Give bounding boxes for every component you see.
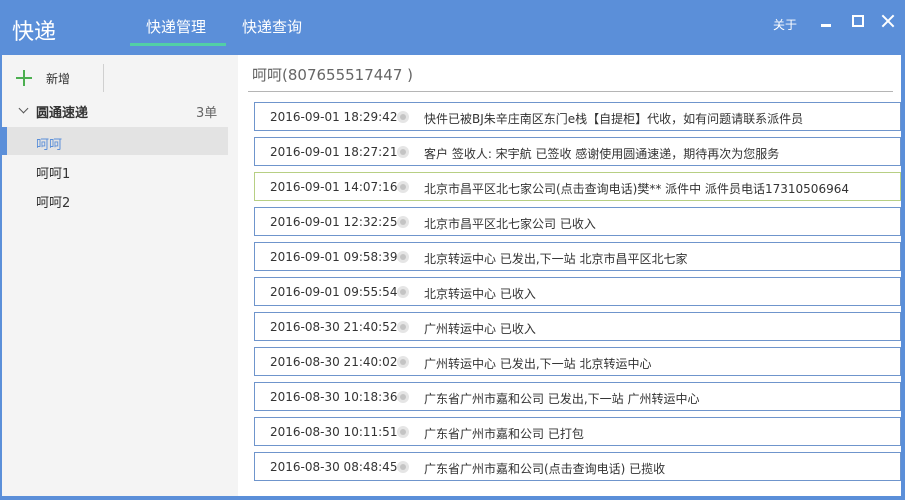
- tracking-record[interactable]: 2016-08-30 10:18:36 广东省广州市嘉和公司 已发出,下一站 广…: [254, 382, 901, 411]
- timeline-dot-icon: [397, 321, 409, 333]
- sidebar-item-label: 呵呵2: [36, 196, 71, 211]
- timeline-dot-icon: [397, 391, 409, 403]
- record-text: 北京市昌平区北七家公司 已收入: [424, 217, 596, 231]
- record-time: 2016-08-30 10:11:51: [270, 425, 398, 439]
- record-time: 2016-09-01 09:55:54: [270, 285, 398, 299]
- timeline-dot-icon: [397, 286, 409, 298]
- record-time: 2016-09-01 18:27:21: [270, 145, 398, 159]
- sidebar-item-hehe[interactable]: 呵呵: [2, 127, 228, 155]
- record-text: 北京转运中心 已收入: [424, 287, 536, 301]
- record-text: 北京转运中心 已发出,下一站 北京市昌平区北七家: [424, 252, 688, 266]
- minimize-icon[interactable]: [817, 12, 835, 30]
- tracking-record[interactable]: 2016-09-01 09:58:39 北京转运中心 已发出,下一站 北京市昌平…: [254, 242, 901, 271]
- sidebar-item-hehe2[interactable]: 呵呵2: [2, 185, 228, 213]
- record-text: 广东省广州市嘉和公司 已发出,下一站 广州转运中心: [424, 392, 700, 406]
- tracking-record[interactable]: 2016-09-01 09:55:54 北京转运中心 已收入: [254, 277, 901, 306]
- record-time: 2016-09-01 12:32:25: [270, 215, 398, 229]
- timeline-dot-icon: [397, 216, 409, 228]
- timeline-dot-icon: [397, 111, 409, 123]
- courier-group-header[interactable]: 圆通速递 3单: [2, 97, 228, 123]
- maximize-icon[interactable]: [849, 12, 867, 30]
- app-window: 快递 快递管理 快递查询 关于 新增 圆通速递 3单 呵呵 呵呵1 呵呵2 呵呵…: [0, 0, 905, 500]
- record-time: 2016-09-01 14:07:16: [270, 180, 398, 194]
- chevron-down-icon: [18, 103, 29, 114]
- record-time: 2016-08-30 08:48:45: [270, 460, 398, 474]
- active-tab-indicator: [130, 43, 226, 46]
- about-button[interactable]: 关于: [773, 16, 797, 33]
- add-new-label: 新增: [46, 71, 71, 86]
- record-time: 2016-08-30 21:40:52: [270, 320, 398, 334]
- app-title: 快递: [12, 20, 57, 45]
- tracking-panel: 呵呵(807655517447 ) 2016-09-01 18:29:42 快件…: [238, 55, 901, 496]
- sidebar-item-label: 呵呵1: [36, 167, 71, 182]
- tracking-record[interactable]: 2016-09-01 14:07:16 北京市昌平区北七家公司(点击查询电话)樊…: [254, 172, 901, 201]
- sidebar: 新增 圆通速递 3单 呵呵 呵呵1 呵呵2: [2, 55, 238, 496]
- record-text: 广东省广州市嘉和公司(点击查询电话) 已揽收: [424, 462, 666, 476]
- tracking-record[interactable]: 2016-08-30 08:48:45 广东省广州市嘉和公司(点击查询电话) 已…: [254, 452, 901, 481]
- tab-express-query[interactable]: 快递查询: [242, 16, 302, 37]
- tracking-record[interactable]: 2016-09-01 18:27:21 客户 签收人: 宋宇航 已签收 感谢使用…: [254, 137, 901, 166]
- tracking-number-header: 呵呵(807655517447 ): [252, 66, 413, 84]
- timeline-dot-icon: [397, 426, 409, 438]
- tracking-record[interactable]: 2016-08-30 21:40:02 广州转运中心 已发出,下一站 北京转运中…: [254, 347, 901, 376]
- record-text: 快件已被BJ朱辛庄南区东门e栈【自提柜】代收，如有问题请联系派件员: [424, 112, 804, 126]
- timeline-dot-icon: [397, 181, 409, 193]
- record-text: 北京市昌平区北七家公司(点击查询电话)樊** 派件中 派件员电话17310506…: [424, 182, 849, 196]
- timeline-dot-icon: [397, 146, 409, 158]
- record-text: 广东省广州市嘉和公司 已打包: [424, 427, 584, 441]
- sidebar-item-hehe1[interactable]: 呵呵1: [2, 156, 228, 184]
- title-bar: 快递 快递管理 快递查询 关于: [0, 0, 905, 55]
- timeline-dot-icon: [397, 356, 409, 368]
- plus-icon: [16, 70, 32, 86]
- courier-group-name: 圆通速递: [36, 106, 89, 121]
- tracking-record[interactable]: 2016-08-30 21:40:52 广州转运中心 已收入: [254, 312, 901, 341]
- close-icon[interactable]: [879, 12, 897, 30]
- tracking-record[interactable]: 2016-09-01 18:29:42 快件已被BJ朱辛庄南区东门e栈【自提柜】…: [254, 102, 901, 131]
- record-text: 广州转运中心 已发出,下一站 北京转运中心: [424, 357, 652, 371]
- record-time: 2016-09-01 09:58:39: [270, 250, 398, 264]
- add-new-button[interactable]: 新增: [16, 67, 70, 89]
- header-divider: [248, 91, 893, 92]
- sidebar-item-label: 呵呵: [36, 138, 63, 153]
- tracking-record[interactable]: 2016-09-01 12:32:25 北京市昌平区北七家公司 已收入: [254, 207, 901, 236]
- courier-group-count: 3单: [196, 106, 218, 121]
- toolbar-divider: [103, 64, 104, 92]
- timeline-dot-icon: [397, 461, 409, 473]
- tab-express-management[interactable]: 快递管理: [146, 16, 206, 37]
- record-time: 2016-09-01 18:29:42: [270, 110, 398, 124]
- tracking-record[interactable]: 2016-08-30 10:11:51 广东省广州市嘉和公司 已打包: [254, 417, 901, 446]
- timeline-dot-icon: [397, 251, 409, 263]
- record-time: 2016-08-30 21:40:02: [270, 355, 398, 369]
- record-text: 广州转运中心 已收入: [424, 322, 536, 336]
- record-time: 2016-08-30 10:18:36: [270, 390, 398, 404]
- record-text: 客户 签收人: 宋宇航 已签收 感谢使用圆通速递，期待再次为您服务: [424, 147, 780, 161]
